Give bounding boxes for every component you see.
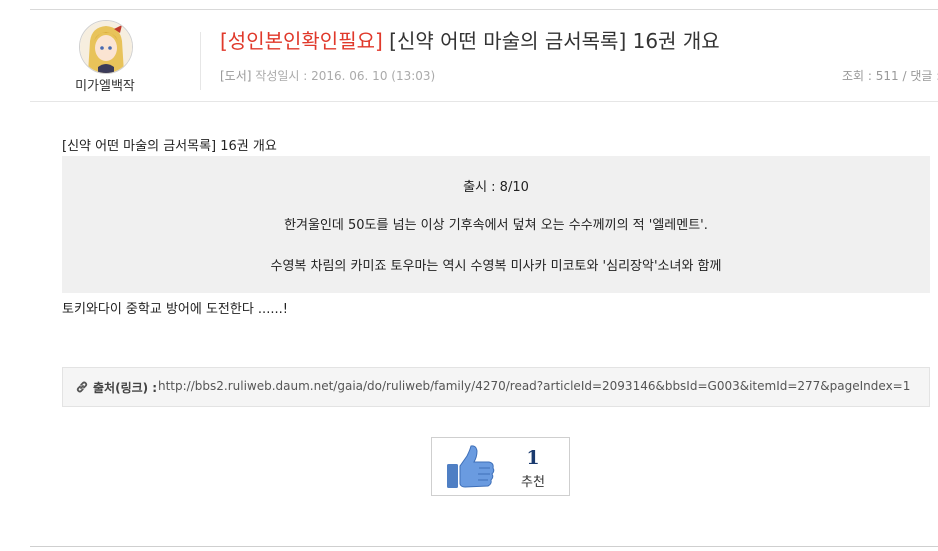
- quote-line: 출시 : 8/10: [463, 180, 529, 195]
- post-title: [성인본인확인필요] [신약 어떤 마술의 금서목록] 16권 개요: [220, 25, 720, 54]
- content-closing: 토키와다이 중학교 방어에 도전한다 ......!: [62, 302, 288, 317]
- content-intro: [신약 어떤 마술의 금서목록] 16권 개요: [62, 139, 277, 154]
- source-label: 출처(링크) :: [93, 381, 158, 395]
- source-box: 출처(링크) : http://bbs2.ruliweb.daum.net/ga…: [62, 367, 930, 407]
- post-date: 작성일시 : 2016. 06. 10 (13:03): [255, 69, 436, 83]
- recommend-button[interactable]: 1 추천: [431, 437, 570, 496]
- quote-box: 출시 : 8/10 한겨울인데 50도를 넘는 이상 기후속에서 덮쳐 오는 수…: [62, 156, 930, 293]
- quote-line: 한겨울인데 50도를 넘는 이상 기후속에서 덮쳐 오는 수수께끼의 적 '엘레…: [284, 218, 708, 233]
- top-divider: [30, 9, 938, 10]
- thumbs-up-icon: [445, 444, 497, 490]
- post-stats: 조회 : 511 / 댓글 : 0: [842, 69, 938, 83]
- post-category[interactable]: [도서]: [220, 69, 251, 83]
- header-divider: [200, 32, 201, 90]
- recommend-count: 1: [526, 447, 540, 469]
- author-avatar[interactable]: [79, 20, 133, 74]
- source-link[interactable]: http://bbs2.ruliweb.daum.net/gaia/do/rul…: [158, 379, 910, 393]
- post-title-text: [신약 어떤 마술의 금서목록] 16권 개요: [389, 29, 720, 53]
- post-meta: [도서] 작성일시 : 2016. 06. 10 (13:03): [220, 67, 435, 84]
- recommend-label: 추천: [521, 475, 545, 490]
- link-icon: [75, 379, 89, 393]
- header-bottom-divider: [30, 101, 938, 102]
- bottom-divider: [30, 546, 938, 547]
- avatar-image: [80, 21, 132, 73]
- adult-verification-tag: [성인본인확인필요]: [220, 29, 383, 53]
- quote-line: 수영복 차림의 카미죠 토우마는 역시 수영복 미사카 미코토와 '심리장악'소…: [270, 259, 722, 274]
- author-name[interactable]: 미가엘백작: [60, 75, 150, 94]
